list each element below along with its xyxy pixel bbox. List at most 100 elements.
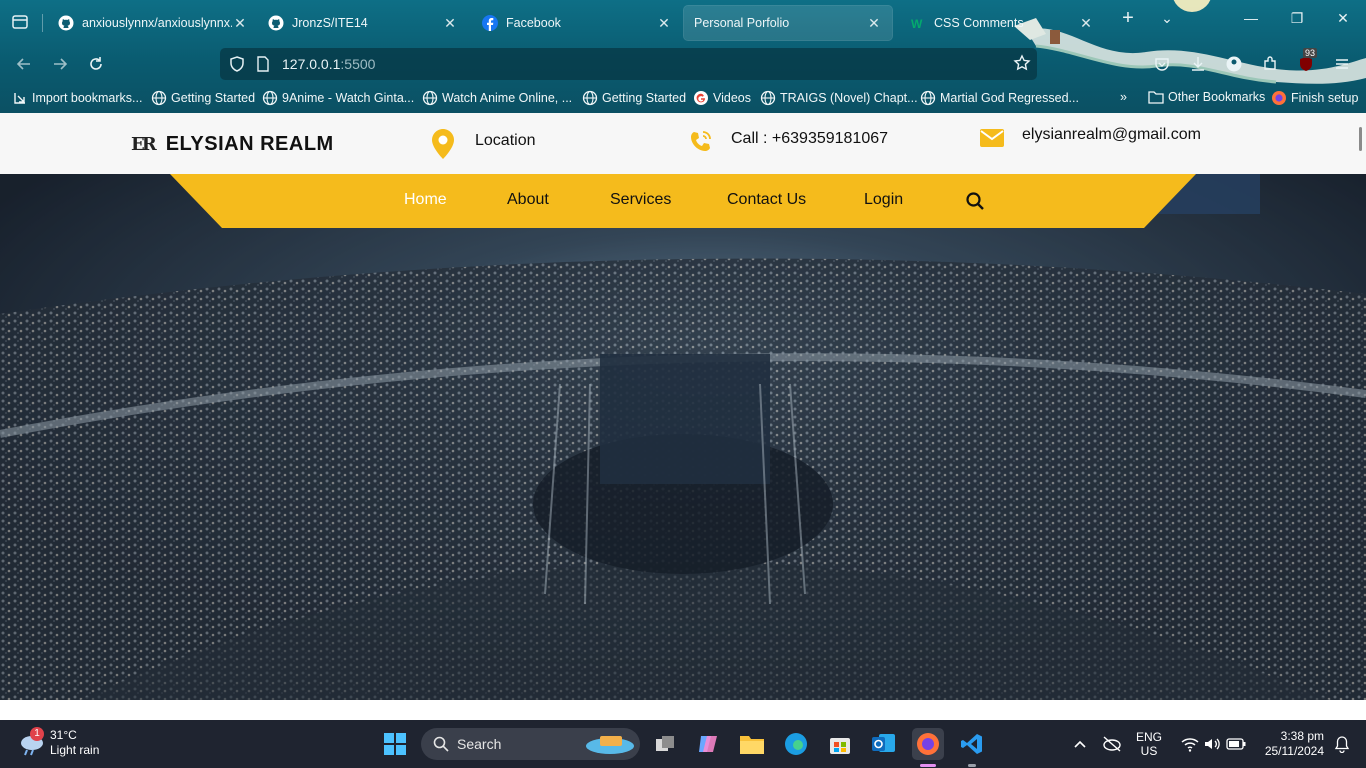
folder-icon <box>1148 91 1164 104</box>
reload-icon[interactable] <box>84 52 108 76</box>
url-port: :5500 <box>340 56 376 72</box>
clock[interactable]: 3:38 pm 25/11/2024 <box>1258 729 1324 759</box>
task-view-icon[interactable] <box>651 730 679 758</box>
bookmark-label: Videos <box>713 91 751 105</box>
bookmark-item[interactable]: Getting Started <box>582 90 686 106</box>
url-text[interactable]: 127.0.0.1:5500 <box>282 56 375 72</box>
cloud-rain-icon: 1 <box>18 727 46 757</box>
tab-personal-portfolio[interactable]: Personal Porfolio ✕ <box>684 6 892 40</box>
close-icon[interactable]: ✕ <box>1078 15 1094 32</box>
address-bar[interactable]: 127.0.0.1:5500 <box>220 48 1037 80</box>
menu-contact-us[interactable]: Contact Us <box>727 191 806 209</box>
bookmark-item[interactable]: Martial God Regressed... <box>920 90 1079 106</box>
notification-bell-icon[interactable] <box>1328 730 1356 758</box>
chevron-double-right-icon[interactable]: » <box>1120 90 1127 104</box>
firefox-taskbar-icon[interactable] <box>912 728 944 760</box>
close-window-icon[interactable]: ✕ <box>1328 10 1358 34</box>
close-icon[interactable]: ✕ <box>866 15 882 32</box>
bookmark-item[interactable]: Import bookmarks... <box>12 90 142 106</box>
tab-list-icon[interactable] <box>10 12 30 32</box>
weather-badge: 1 <box>30 727 44 741</box>
svg-text:W: W <box>911 17 923 31</box>
bookmark-item[interactable]: Watch Anime Online, ... <box>422 90 572 106</box>
back-arrow-icon[interactable] <box>12 52 36 76</box>
ublock-icon[interactable]: 93 <box>1294 48 1318 76</box>
globe-icon <box>262 90 278 106</box>
microsoft-store-icon[interactable] <box>826 730 854 758</box>
search-icon <box>433 736 449 752</box>
copilot-icon[interactable] <box>694 730 722 758</box>
tab-label: CSS Comments <box>934 16 1024 30</box>
menu-about[interactable]: About <box>507 191 549 209</box>
email-info[interactable]: elysianrealm@gmail.com <box>980 126 1201 147</box>
bookmark-item[interactable]: Videos <box>693 90 751 106</box>
account-icon[interactable] <box>1222 52 1246 76</box>
minimize-icon[interactable]: — <box>1236 10 1266 34</box>
shield-icon[interactable] <box>228 55 246 78</box>
tab-github-anxiouslynnx[interactable]: anxiouslynnx/anxiouslynnx.g ✕ <box>48 6 258 40</box>
chevron-up-icon[interactable] <box>1066 730 1094 758</box>
tab-facebook[interactable]: Facebook ✕ <box>472 6 682 40</box>
bookmark-label: Getting Started <box>171 91 256 105</box>
battery-icon[interactable] <box>1222 730 1250 758</box>
bookmark-item[interactable]: 9Anime - Watch Ginta... <box>262 90 414 106</box>
bookmark-item[interactable]: Getting Started <box>151 90 255 106</box>
bookmark-label: Watch Anime Online, ... <box>442 91 573 105</box>
site-logo[interactable]: ER ELYSIAN REALM <box>131 133 334 156</box>
tab-label: Personal Porfolio <box>694 16 790 30</box>
weather-widget[interactable]: 1 31°C Light rain <box>18 727 99 758</box>
windows-start-icon[interactable] <box>381 730 409 758</box>
search-highlight-icon <box>584 732 636 759</box>
page-icon[interactable] <box>256 56 270 77</box>
close-icon[interactable]: ✕ <box>656 15 672 32</box>
import-icon <box>14 93 25 104</box>
facebook-icon <box>482 15 498 31</box>
close-icon[interactable]: ✕ <box>442 15 458 32</box>
extension-badge: 93 <box>1303 48 1318 58</box>
phone-icon <box>691 131 711 151</box>
edge-icon[interactable] <box>782 730 810 758</box>
vscode-icon[interactable] <box>958 730 986 758</box>
phone-info[interactable]: Call : +639359181067 <box>689 129 888 155</box>
menu-home[interactable]: Home <box>404 191 447 209</box>
forward-arrow-icon[interactable] <box>48 52 72 76</box>
new-tab-icon[interactable]: + <box>1113 7 1143 31</box>
menu-services[interactable]: Services <box>610 191 671 209</box>
onedrive-off-icon[interactable] <box>1098 730 1126 758</box>
bookmarks-toolbar: Import bookmarks... Getting Started 9Ani… <box>0 86 1366 112</box>
taskbar-search[interactable]: Search <box>421 728 640 760</box>
download-icon[interactable] <box>1186 52 1210 76</box>
clock-date: 25/11/2024 <box>1264 744 1324 758</box>
w3schools-icon: W <box>911 17 923 31</box>
finish-setup-label: Finish setup <box>1291 91 1359 105</box>
tab-separator <box>42 14 43 32</box>
file-explorer-icon[interactable] <box>738 730 766 758</box>
extensions-icon[interactable] <box>1258 52 1282 76</box>
finish-setup[interactable]: Finish setup <box>1271 90 1358 106</box>
bookmark-star-icon[interactable] <box>1013 54 1031 77</box>
pocket-icon[interactable] <box>1150 52 1174 76</box>
bookmark-label: Import bookmarks... <box>32 91 143 105</box>
globe-icon <box>760 90 776 106</box>
chevron-down-icon[interactable]: ⌄ <box>1152 10 1182 34</box>
globe-icon <box>920 90 936 106</box>
top-info-bar: ER ELYSIAN REALM Location Call : +639359… <box>0 113 1366 174</box>
close-icon[interactable]: ✕ <box>232 15 248 32</box>
bookmark-label: 9Anime - Watch Ginta... <box>282 91 415 105</box>
location-info[interactable]: Location <box>432 129 536 159</box>
restore-icon[interactable]: ❐ <box>1282 10 1312 34</box>
language-indicator[interactable]: ENG US <box>1136 730 1162 758</box>
main-menu: Home About Services Contact Us Login <box>170 174 1196 228</box>
bookmark-item[interactable]: TRAIGS (Novel) Chapt... <box>760 90 918 106</box>
page-scrollbar[interactable] <box>1359 127 1362 151</box>
tab-css-comments[interactable]: W CSS Comments ✕ <box>900 6 1104 40</box>
other-bookmarks[interactable]: Other Bookmarks <box>1148 90 1265 104</box>
tab-bar: anxiouslynnx/anxiouslynnx.g ✕ JronzS/ITE… <box>0 0 1366 44</box>
outlook-icon[interactable] <box>870 730 898 758</box>
tab-label: JronzS/ITE14 <box>292 16 368 30</box>
menu-login[interactable]: Login <box>864 191 903 209</box>
search-icon[interactable] <box>966 192 984 215</box>
menu-icon[interactable] <box>1330 52 1354 76</box>
tab-label: anxiouslynnx/anxiouslynnx.g <box>82 16 232 30</box>
tab-github-ite14[interactable]: JronzS/ITE14 ✕ <box>258 6 468 40</box>
